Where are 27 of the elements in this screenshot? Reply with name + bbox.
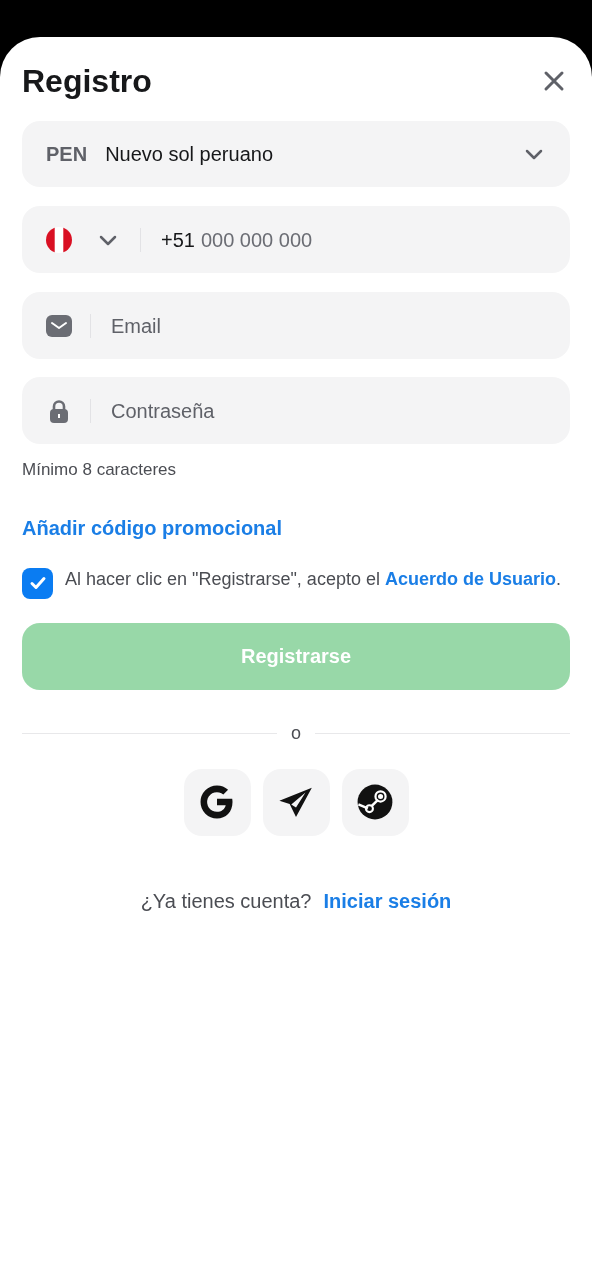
have-account-text: ¿Ya tienes cuenta? [140,888,312,914]
divider-text: o [291,721,301,745]
social-login-button[interactable] [262,768,330,836]
agreement-checkbox[interactable] [22,567,53,599]
promo-code-link[interactable]: Añadir código promocional [22,512,282,543]
currency-name: Nuevo sol peruano [105,142,274,167]
email-input[interactable]: Email [111,310,546,341]
agreement-text: Al hacer clic en "Registrarse", acepto el Acuerdo de Usuario. [65,567,561,591]
phone-field[interactable]: +51 000 000 000 [22,206,570,273]
envelope-icon [46,314,72,337]
check-icon [28,574,47,592]
social-login-button[interactable] [183,768,251,836]
phone-input[interactable]: 000 000 000 [200,224,546,255]
password-hint: Mínimo 8 caracteres [22,459,177,481]
dialog-title: Registro [22,62,152,101]
currency-code: PEN [46,142,88,167]
login-link[interactable]: Iniciar sesión [323,885,452,916]
close-icon [542,69,566,93]
password-input[interactable]: Contraseña [111,395,546,426]
steam-icon [356,783,394,821]
password-field[interactable]: Contraseña [22,377,570,444]
social-login-button[interactable] [341,768,409,836]
email-field[interactable]: Email [22,292,570,359]
currency-select[interactable]: PEN Nuevo sol peruano [22,121,570,187]
user-agreement-link[interactable]: Acuerdo de Usuario [384,568,556,589]
phone-prefix: +51 [161,227,195,253]
flag-icon [46,226,72,253]
